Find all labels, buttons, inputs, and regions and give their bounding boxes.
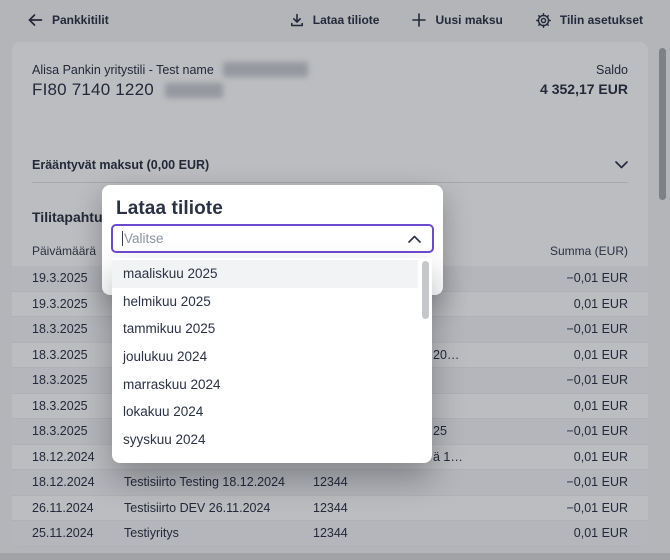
dropdown-scrollbar-thumb[interactable]: [422, 261, 429, 319]
option-month[interactable]: helmikuu 2025: [112, 288, 418, 316]
statement-month-select[interactable]: Valitse: [111, 224, 434, 253]
select-placeholder: Valitse: [124, 231, 408, 246]
text-cursor: [122, 231, 123, 246]
chevron-up-icon: [408, 235, 421, 243]
month-options-list: maaliskuu 2025 helmikuu 2025 tammikuu 20…: [112, 258, 432, 463]
option-month[interactable]: joulukuu 2024: [112, 343, 418, 371]
page-scrollbar-thumb[interactable]: [659, 48, 666, 200]
option-month[interactable]: tammikuu 2025: [112, 315, 418, 343]
option-month[interactable]: syyskuu 2024: [112, 426, 418, 454]
option-month[interactable]: maaliskuu 2025: [112, 260, 418, 288]
modal-title: Lataa tiliote: [116, 198, 443, 220]
option-month[interactable]: lokakuu 2024: [112, 398, 418, 426]
option-month[interactable]: marraskuu 2024: [112, 370, 418, 398]
